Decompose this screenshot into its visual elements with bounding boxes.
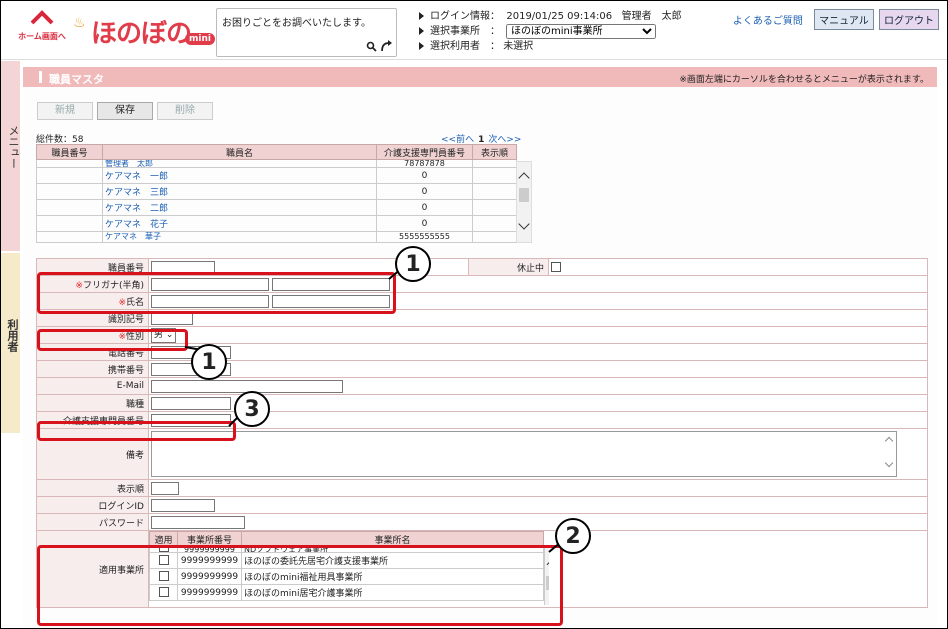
manual-button[interactable]: マニュアル [814, 9, 874, 30]
page-title-bar: 職員マスタ ※画面左端にカーソルを合わせるとメニューが表示されます。 [23, 67, 937, 87]
login-user: 管理者 太郎 [621, 11, 682, 22]
logo: ♨ ほのぼの mini [73, 11, 215, 51]
login-datetime: 2019/01/25 09:14:06 [506, 11, 613, 22]
triangle-bullet-icon [419, 12, 424, 20]
callout-3: 3 [234, 391, 270, 427]
side-user-tab[interactable]: 利用者 [1, 253, 20, 433]
scroll-down-icon[interactable] [884, 458, 894, 468]
page-title: 職員マスタ [49, 73, 104, 86]
staff-list-scrollbar[interactable] [516, 161, 532, 243]
search-icon[interactable] [366, 41, 377, 52]
table-row[interactable]: ケアマネ 華子 5555555555 [36, 231, 517, 243]
save-button[interactable]: 保存 [97, 102, 153, 120]
table-row[interactable]: ケアマネ 三郎 0 [36, 183, 517, 200]
logo-mark-icon: ♨ [73, 15, 86, 31]
highlight-office-list [37, 545, 563, 626]
triangle-bullet-icon [419, 27, 424, 35]
suspended-checkbox[interactable] [551, 261, 561, 272]
scroll-up-icon[interactable] [518, 172, 530, 184]
callout-1b: 1 [191, 344, 227, 380]
scroll-up-icon[interactable] [884, 436, 894, 446]
table-row[interactable]: ケアマネ 一郎 0 [36, 167, 517, 184]
callout-1: 1 [395, 246, 431, 282]
notes-textarea[interactable] [151, 431, 897, 477]
office-select[interactable]: ほのぼのmini事業所 [506, 24, 656, 39]
highlight-name-fields [37, 272, 396, 314]
table-row[interactable]: 管理者 太郎 78787878 [36, 159, 517, 168]
highlight-gender-field [37, 329, 188, 351]
menu-hint: ※画面左端にカーソルを合わせるとメニューが表示されます。 [679, 75, 929, 85]
top-links: よくあるご質問 マニュアル ログアウト [733, 9, 939, 30]
scroll-down-icon[interactable] [518, 218, 530, 230]
side-menu-tab[interactable]: メニュー [1, 61, 20, 251]
new-button[interactable]: 新規 [37, 102, 93, 120]
home-icon [30, 10, 54, 25]
highlight-care-manager-field [37, 421, 236, 441]
logo-badge: mini [185, 33, 215, 45]
display-order-input[interactable] [151, 481, 179, 495]
app-frame: ホーム画面へ ♨ ほのぼの mini お困りごとをお調べいたします。 ログイン情… [0, 0, 948, 629]
table-header: 職員番号 職員名 介護支援専門員番号 表示順 [36, 144, 517, 160]
forward-arrow-icon[interactable] [380, 39, 393, 52]
logout-button[interactable]: ログアウト [879, 9, 939, 30]
logo-text: ほのぼの [91, 19, 192, 49]
callout-2: 2 [555, 518, 591, 554]
staff-list-table: 職員番号 職員名 介護支援専門員番号 表示順 管理者 太郎 78787878 ケア… [36, 144, 517, 243]
session-info: ログイン情報： 2019/01/25 09:14:06 管理者 太郎 選択事業所… [419, 9, 682, 54]
password-input[interactable] [151, 515, 245, 529]
table-row[interactable]: ケアマネ 花子 0 [36, 215, 517, 232]
login-id-input[interactable] [151, 498, 215, 512]
table-row[interactable]: ケアマネ 二郎 0 [36, 199, 517, 216]
help-search-box[interactable]: お困りごとをお調べいたします。 [216, 8, 397, 57]
job-input[interactable] [151, 396, 231, 410]
scroll-thumb[interactable] [519, 188, 529, 202]
home-button[interactable]: ホーム画面へ [15, 9, 69, 51]
faq-link[interactable]: よくあるご質問 [733, 16, 803, 27]
triangle-bullet-icon [419, 42, 424, 50]
selected-user: 未選択 [503, 41, 534, 52]
header: ホーム画面へ ♨ ほのぼの mini お困りごとをお調べいたします。 ログイン情… [1, 1, 947, 60]
help-search-input[interactable]: お困りごとをお調べいたします。 [222, 14, 371, 29]
delete-button[interactable]: 削除 [157, 102, 213, 120]
home-label: ホーム画面へ [18, 32, 66, 41]
